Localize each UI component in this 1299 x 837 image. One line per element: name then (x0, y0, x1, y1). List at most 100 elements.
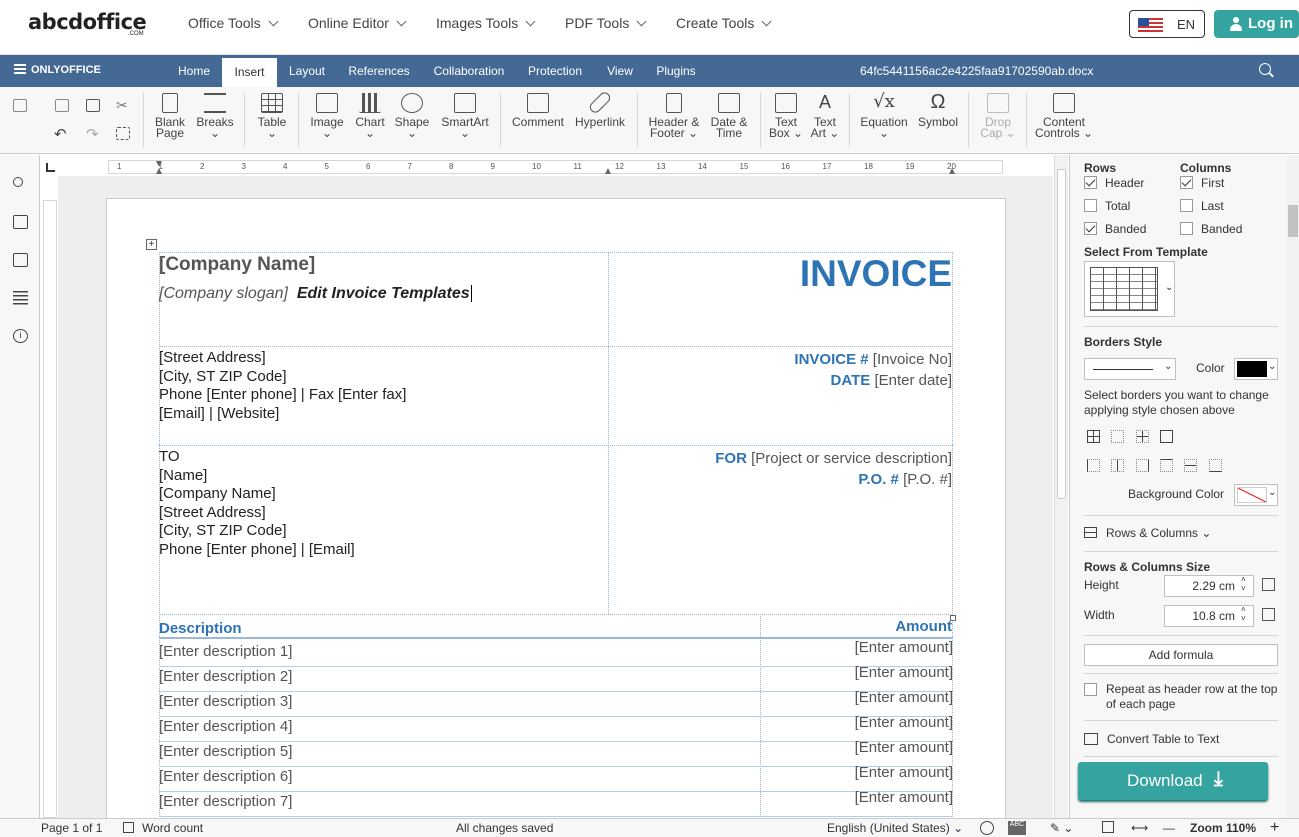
fit-page-icon[interactable] (1102, 821, 1114, 833)
image-button[interactable]: Image ⌄ (308, 93, 346, 139)
table-row[interactable]: [Enter description 1] [Enter amount] (159, 639, 953, 667)
sender-address[interactable]: [Street Address] [City, ST ZIP Code] Pho… (159, 349, 406, 423)
nav-create-tools[interactable]: Create Tools (676, 15, 772, 31)
invoice-title[interactable]: INVOICE (800, 253, 952, 295)
tab-plugins[interactable]: Plugins (648, 55, 704, 87)
table-row[interactable]: [Enter description 3] [Enter amount] (159, 689, 953, 717)
height-stepper-icon[interactable]: ˄ ˅ (1241, 575, 1246, 593)
word-count-button[interactable]: Word count (123, 821, 203, 835)
banded-columns-checkbox[interactable] (1180, 222, 1193, 235)
breaks-button[interactable]: Breaks ⌄ (194, 93, 236, 139)
smartart-button[interactable]: SmartArt ⌄ (438, 93, 492, 139)
nav-pdf-tools[interactable]: PDF Tools (565, 15, 647, 31)
language-selector[interactable]: EN (1129, 10, 1205, 38)
border-style-select[interactable]: ⌄ (1084, 358, 1176, 380)
zoom-in-icon[interactable]: + (1270, 819, 1279, 837)
table-button[interactable]: Table ⌄ (254, 93, 290, 139)
fit-width-icon[interactable]: ⟷ (1131, 821, 1148, 835)
save-icon[interactable] (13, 99, 27, 112)
repeat-header-checkbox[interactable] (1084, 683, 1097, 696)
bottom-border-icon[interactable] (1209, 459, 1222, 472)
table-row[interactable]: [Enter description 5] [Enter amount] (159, 739, 953, 767)
width-input[interactable]: 10.8 cm ˄ ˅ (1164, 605, 1254, 627)
blank-page-button[interactable]: Blank Page (152, 93, 188, 139)
download-button[interactable]: Download ⤓ (1078, 762, 1268, 800)
tab-layout[interactable]: Layout (280, 55, 334, 87)
table-template-picker[interactable]: ⌄ (1084, 261, 1175, 317)
text-box-button[interactable]: Text Box ⌄ (768, 93, 804, 139)
left-indent-marker[interactable] (156, 168, 162, 174)
tab-home[interactable]: Home (168, 55, 220, 87)
undo-icon[interactable]: ↶ (54, 125, 67, 143)
width-stepper-icon[interactable]: ˄ ˅ (1241, 605, 1246, 623)
rows-columns-menu[interactable]: Rows & Columns ⌄ (1084, 526, 1211, 540)
search-icon[interactable] (13, 177, 28, 191)
redo-icon[interactable]: ↷ (86, 125, 99, 143)
shape-button[interactable]: Shape ⌄ (393, 93, 431, 139)
drop-cap-button[interactable]: Drop Cap ⌄ (978, 93, 1018, 139)
tab-protection[interactable]: Protection (520, 55, 590, 87)
inner-vertical-border-icon[interactable] (1111, 459, 1124, 472)
scrollbar-thumb[interactable] (1057, 169, 1066, 499)
nav-online-editor[interactable]: Online Editor (308, 15, 407, 31)
amount-header[interactable]: Amount (895, 618, 952, 635)
inner-horizontal-border-icon[interactable] (1184, 459, 1197, 472)
nav-images-tools[interactable]: Images Tools (436, 15, 536, 31)
chart-button[interactable]: Chart ⌄ (352, 93, 388, 139)
comments-icon[interactable] (13, 215, 28, 229)
table-row[interactable]: [Enter description 2] [Enter amount] (159, 664, 953, 692)
first-column-checkbox[interactable] (1180, 176, 1193, 189)
tab-references[interactable]: References (340, 55, 418, 87)
page-count[interactable]: Page 1 of 1 (41, 821, 102, 835)
text-art-button[interactable]: A Text Art ⌄ (808, 93, 842, 139)
add-formula-button[interactable]: Add formula (1084, 644, 1278, 666)
panel-scrollbar-thumb[interactable] (1288, 205, 1298, 237)
track-changes-icon[interactable]: ✎ ⌄ (1050, 821, 1073, 835)
nav-office-tools[interactable]: Office Tools (188, 15, 279, 31)
company-slogan[interactable]: [Company slogan] Edit Invoice Templates (159, 285, 472, 303)
content-controls-button[interactable]: Content Controls ⌄ (1034, 93, 1094, 139)
table-move-handle-icon[interactable]: + (146, 239, 157, 250)
border-color-picker[interactable]: ⌄ (1234, 358, 1278, 380)
recipient-block[interactable]: TO [Name] [Company Name] [Street Address… (159, 448, 355, 560)
project-meta[interactable]: FOR [Project or service description] P.O… (715, 448, 952, 490)
last-column-checkbox[interactable] (1180, 199, 1193, 212)
tab-insert[interactable]: Insert (222, 58, 277, 87)
all-borders-icon[interactable] (1087, 430, 1100, 443)
login-button[interactable]: Log in (1214, 10, 1299, 38)
top-border-icon[interactable] (1160, 459, 1173, 472)
globe-icon[interactable] (980, 821, 994, 835)
info-icon[interactable]: i (13, 329, 28, 343)
navigation-icon[interactable] (13, 291, 28, 305)
search-icon[interactable] (1259, 63, 1273, 77)
document-page[interactable]: + [Company Name] [Company slogan] Edit I… (106, 198, 1006, 818)
tab-view[interactable]: View (600, 55, 640, 87)
column-marker[interactable] (605, 168, 611, 174)
spellcheck-icon[interactable]: ABC (1008, 821, 1026, 835)
panel-scrollbar[interactable] (1287, 155, 1299, 818)
select-all-icon[interactable] (116, 127, 130, 140)
table-row[interactable]: [Enter description 4] [Enter amount] (159, 714, 953, 742)
date-time-button[interactable]: Date & Time (708, 93, 750, 139)
tab-stop-selector[interactable] (46, 163, 55, 172)
invoice-meta[interactable]: INVOICE # [Invoice No] DATE [Enter date] (794, 349, 952, 391)
company-name[interactable]: [Company Name] (159, 254, 315, 276)
convert-table-button[interactable]: Convert Table to Text (1084, 732, 1219, 746)
paste-icon[interactable] (86, 99, 100, 112)
symbol-button[interactable]: Ω Symbol (916, 92, 960, 128)
description-header[interactable]: Description (159, 620, 242, 637)
horizontal-ruler[interactable]: 1 1 2 3 4 5 6 7 8 9 10 11 12 13 14 15 16 17 18 19 20 (108, 160, 1003, 174)
no-borders-icon[interactable] (1111, 430, 1124, 443)
copy-icon[interactable] (55, 99, 69, 112)
hyperlink-button[interactable]: Hyperlink (572, 90, 628, 128)
banded-rows-checkbox[interactable] (1084, 222, 1097, 235)
table-row[interactable]: [Enter description 6] [Enter amount] (159, 764, 953, 792)
tab-collaboration[interactable]: Collaboration (426, 55, 512, 87)
table-row[interactable]: [Enter description 7] [Enter amount] (159, 789, 953, 817)
distribute-rows-icon[interactable] (1262, 578, 1275, 591)
chat-icon[interactable] (13, 253, 28, 267)
cut-icon[interactable]: ✂ (116, 97, 128, 114)
zoom-out-icon[interactable]: — (1163, 821, 1175, 835)
left-border-icon[interactable] (1087, 459, 1100, 472)
right-border-icon[interactable] (1136, 459, 1149, 472)
